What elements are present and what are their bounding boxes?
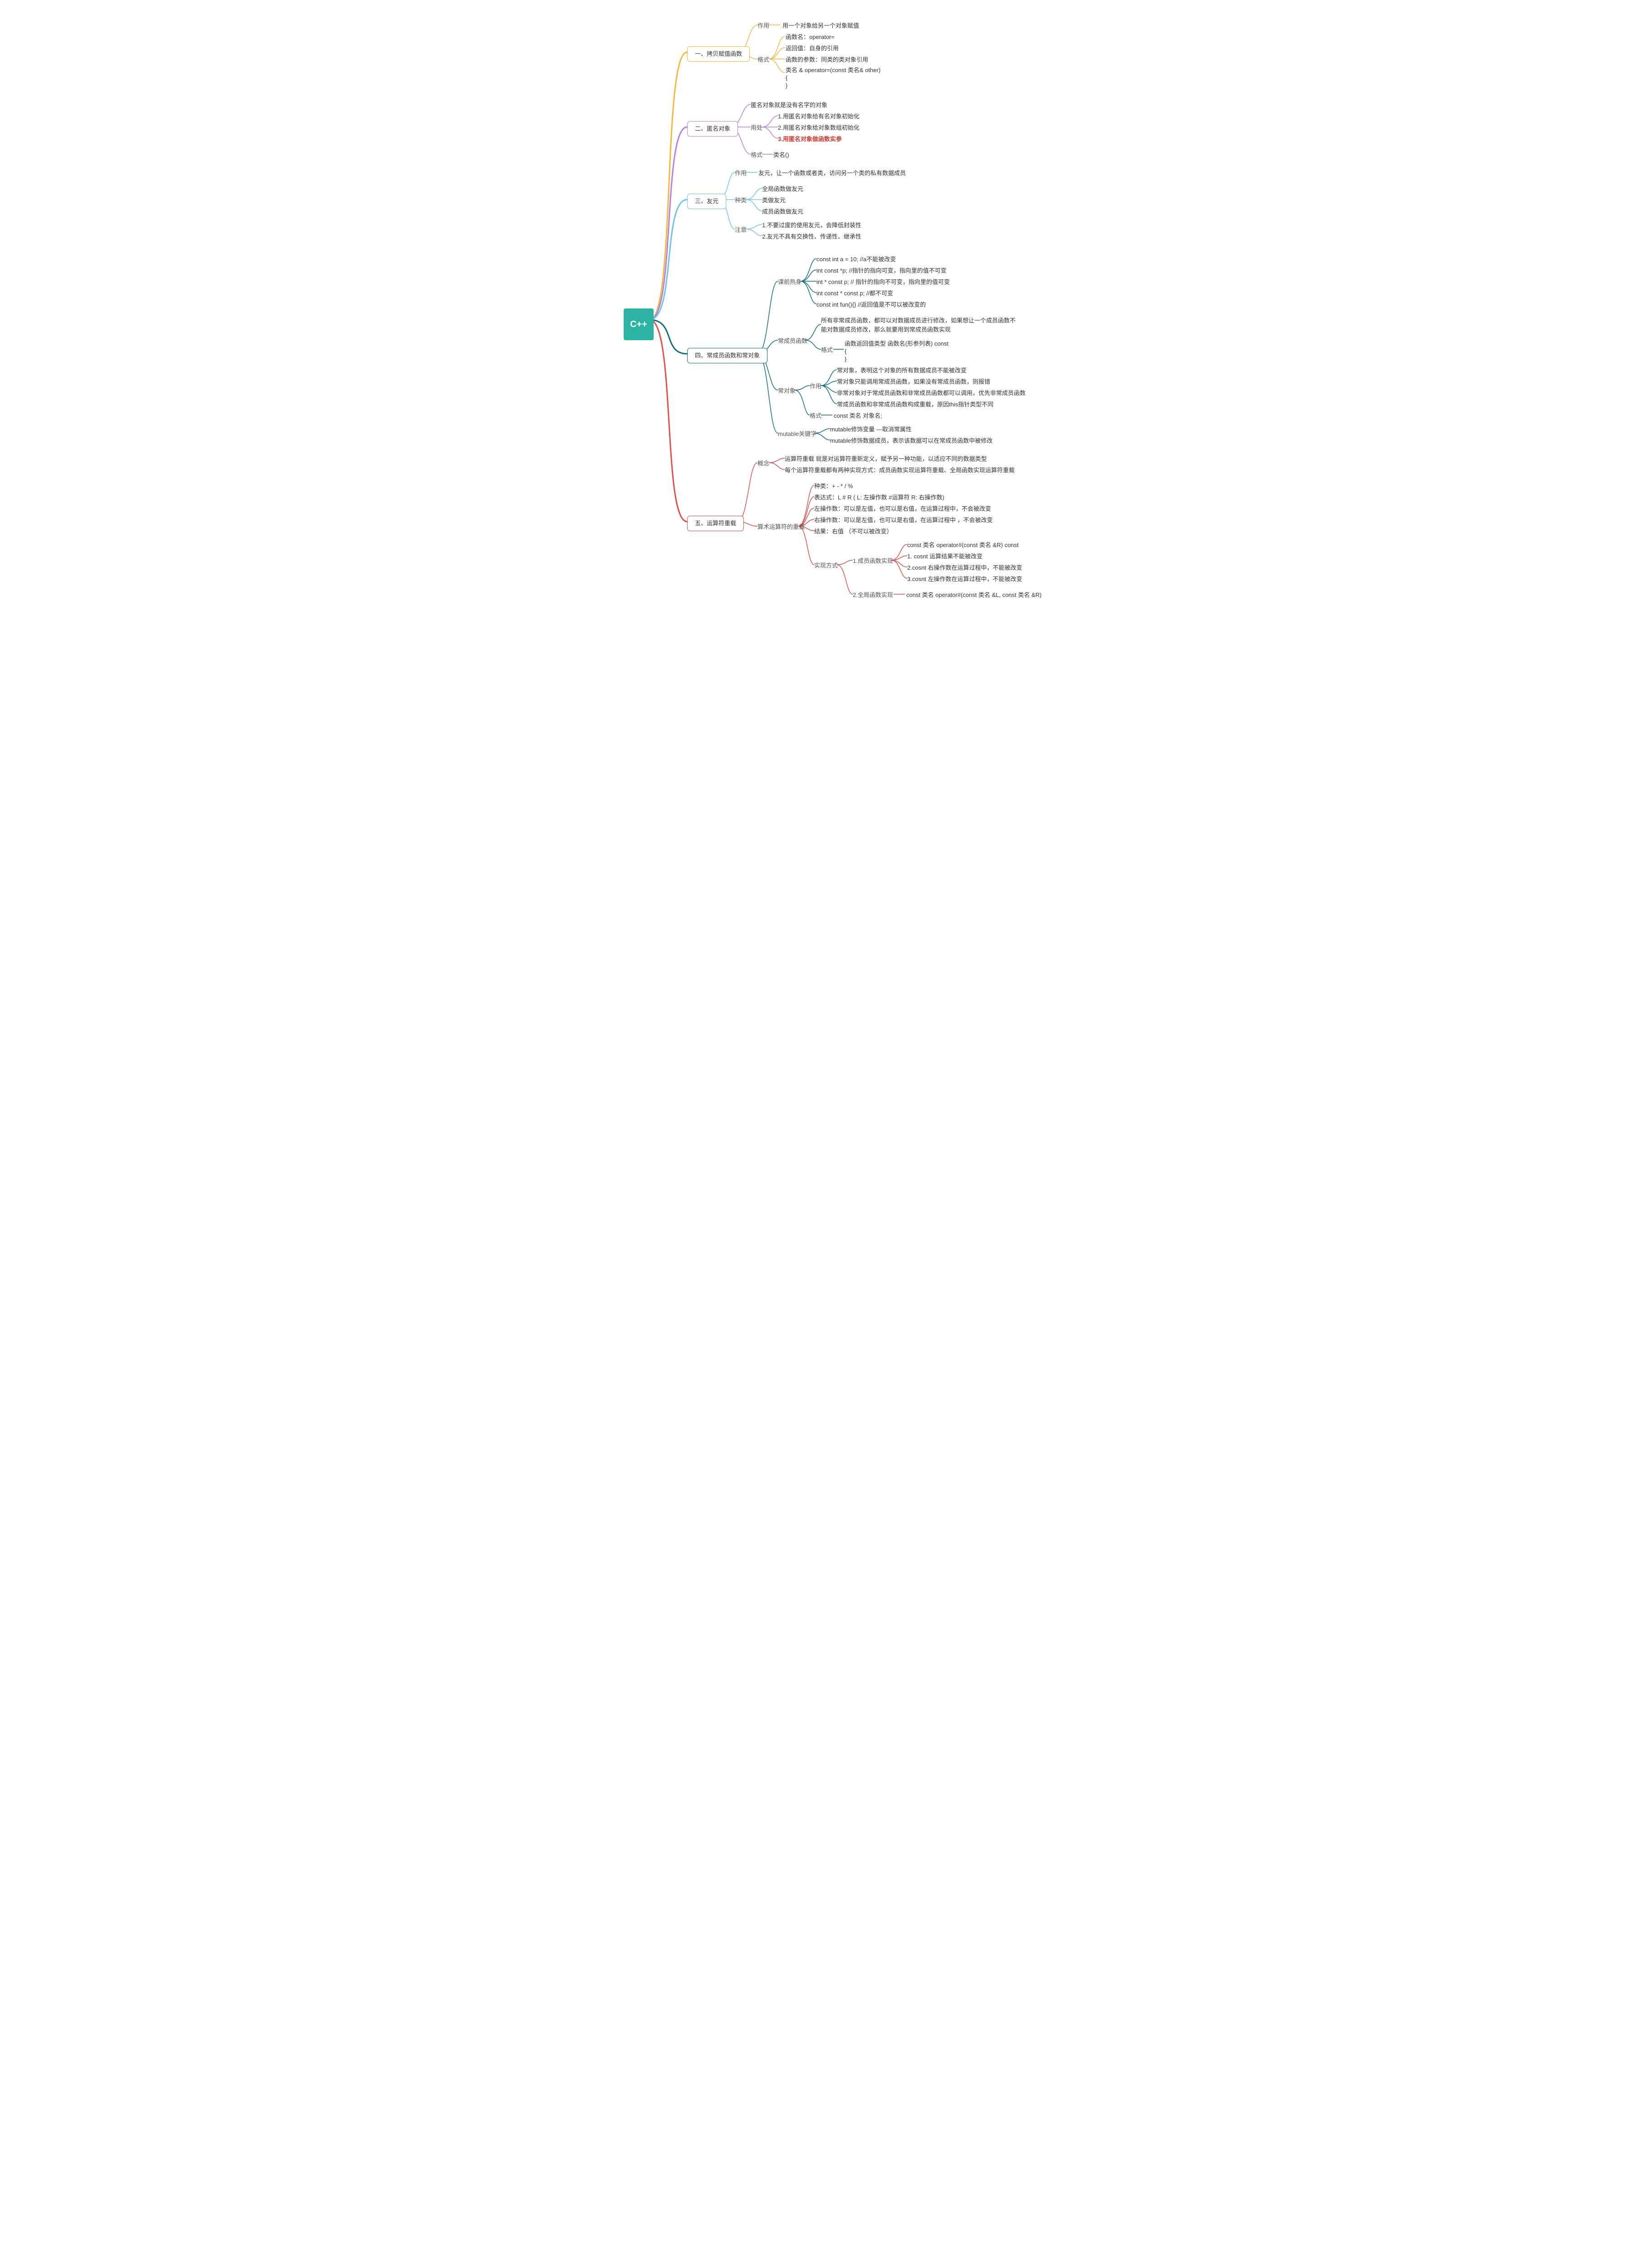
b3-s3-label: 注意 <box>735 225 747 235</box>
b3-s3-l2: 2.友元不具有交换性、传递性、继承性 <box>762 232 861 241</box>
b5-s1-l2: 每个运算符重载都有两种实现方式：成员函数实现运算符重载、全局函数实现运算符重载 <box>785 466 1015 475</box>
b1-s1-leaf: 用一个对象给另一个对象赋值 <box>782 21 859 30</box>
root-node: C++ <box>624 308 654 340</box>
b5-s2-l4: 右操作数：可以是左值，也可以是右值，在运算过程中 ，不会被改变 <box>814 516 993 525</box>
b2-s2-l3: 3.用匿名对象做函数实参 <box>778 135 842 144</box>
b4-s3-label: 常对象 <box>778 386 796 396</box>
b4-s3-b-label: 格式 <box>810 411 821 420</box>
b4-s3-a-l3: 非常对象对于常成员函数和非常成员函数都可以调用，优先非常成员函数 <box>837 389 1026 398</box>
b1-s2-l3: 函数的参数：同类的类对象引用 <box>786 55 868 64</box>
b5-s2-l6-b-label: 2.全局函数实现 <box>853 591 893 600</box>
b5-s2-l6-b-leaf: const 类名 operator#(const 类名 &L, const 类名… <box>906 591 1041 600</box>
mindmap: C++ 一、拷贝赋值函数 作用 用一个对象给另一个对象赋值 格式 函数名：ope… <box>617 9 1025 608</box>
b4-s1-l3: int * const p; // 指针的指向不可变，指向里的值可变 <box>816 278 950 287</box>
b3-s2-l3: 成员函数做友元 <box>762 207 803 216</box>
b5-s1-l1: 运算符重载 就是对运算符重新定义，赋予另一种功能，以适应不同的数据类型 <box>785 455 987 464</box>
b4-s1-l4: int const * const p; //都不可变 <box>816 289 893 298</box>
b5-s2-l1: 种类：+ - * / % <box>814 482 853 491</box>
b4-s3-a-l4: 常成员函数和非常成员函数构成重载，原因this指针类型不同 <box>837 400 993 409</box>
b1-s2-l1: 函数名：operator= <box>786 33 835 42</box>
b2-s2-l2: 2.用匿名对象给对象数组初始化 <box>778 123 860 132</box>
branch-3: 三、友元 <box>687 194 726 209</box>
branch-2: 二、匿名对象 <box>687 121 738 137</box>
b5-s2-label: 算术运算符的重载 <box>757 523 805 532</box>
b1-s2-l2: 返回值：自身的引用 <box>786 44 839 53</box>
b4-s1-l1: const int a = 10; //a不能被改变 <box>816 255 896 264</box>
b3-s1-leaf: 友元，让一个函数或者类，访问另一个类的私有数据成员 <box>758 169 906 178</box>
b3-s3-l1: 1.不要过度的使用友元，会降低封装性 <box>762 221 861 230</box>
b5-s2-l6-a-l2: 1. cosnt 运算结果不能被改变 <box>907 552 982 561</box>
b4-s4-l1: mutable修饰变量 ---取消常属性 <box>830 425 912 434</box>
b5-s1-label: 概念 <box>757 459 769 468</box>
b3-s2-l1: 全局函数做友元 <box>762 185 803 194</box>
b5-s2-l6-a-l3: 2.cosnt 右操作数在运算过程中，不能被改变 <box>907 563 1022 572</box>
b3-s1-label: 作用 <box>735 169 747 178</box>
b4-s3-a-l1: 常对象，表明这个对象的所有数据成员不能被改变 <box>837 366 967 375</box>
b5-s2-l6-a-label: 1.成员函数实现 <box>853 557 893 566</box>
b4-s3-a-l2: 常对象只能调用常成员函数，如果没有常成员函数，则报错 <box>837 377 990 386</box>
b4-s3-a-label: 作用 <box>810 382 821 391</box>
b4-s2-label: 常成员函数 <box>778 337 807 346</box>
b2-s1: 匿名对象就是没有名字的对象 <box>751 101 827 110</box>
b4-s2-l1: 所有非常成员函数，都可以对数据成员进行修改，如果想让一个成员函数不能对数据成员修… <box>821 316 1021 334</box>
b4-s1-label: 课前热身 <box>778 278 801 287</box>
b5-s2-l6-label: 实现方式 <box>814 561 838 570</box>
b5-s2-l5: 结果：右值 （不可以被改变） <box>814 527 893 536</box>
b4-s3-b-leaf: const 类名 对象名; <box>834 411 882 420</box>
b2-s2-l1: 1.用匿名对象给有名对象初始化 <box>778 112 860 121</box>
b2-s3-leaf: 类名() <box>773 151 789 160</box>
b1-s2-label: 格式 <box>757 55 769 64</box>
b4-s2-l2-label: 格式 <box>821 346 833 355</box>
b4-s4-l2: mutable修饰数据成员，表示该数据可以在常成员函数中被修改 <box>830 436 992 445</box>
branch-4: 四、常成员函数和常对象 <box>687 348 767 363</box>
b4-s4-label: mutable关键字 <box>778 430 816 439</box>
b5-s2-l2: 表达式：L # R ( L: 左操作数 #运算符 R: 右操作数) <box>814 493 944 502</box>
b4-s1-l2: int const *p; //指针的指向可变，指向里的值不可变 <box>816 266 947 275</box>
b2-s3-label: 格式 <box>751 151 762 160</box>
b5-s2-l3: 左操作数：可以是左值，也可以是右值，在运算过程中，不会被改变 <box>814 504 991 513</box>
b3-s2-l2: 类做友元 <box>762 196 786 205</box>
b1-s1-label: 作用 <box>757 21 769 30</box>
b5-s2-l6-a-l1: const 类名 operator#(const 类名 &R) const <box>907 541 1019 550</box>
b4-s2-l2-leaf: 函数返回值类型 函数名(形参列表) const { } <box>845 340 948 363</box>
branch-5: 五、运算符重载 <box>687 516 744 531</box>
b1-s2-l4: 类名 & operator=(const 类名& other) { } <box>786 67 880 90</box>
b4-s1-l5: const int fun(){} //返回值是不可以被改变的 <box>816 300 926 309</box>
b2-s2-label: 用处 <box>751 123 762 132</box>
b5-s2-l6-a-l4: 3.cosnt 左操作数在运算过程中，不能被改变 <box>907 575 1022 584</box>
branch-1: 一、拷贝赋值函数 <box>687 46 750 62</box>
b3-s2-label: 种类 <box>735 196 747 205</box>
